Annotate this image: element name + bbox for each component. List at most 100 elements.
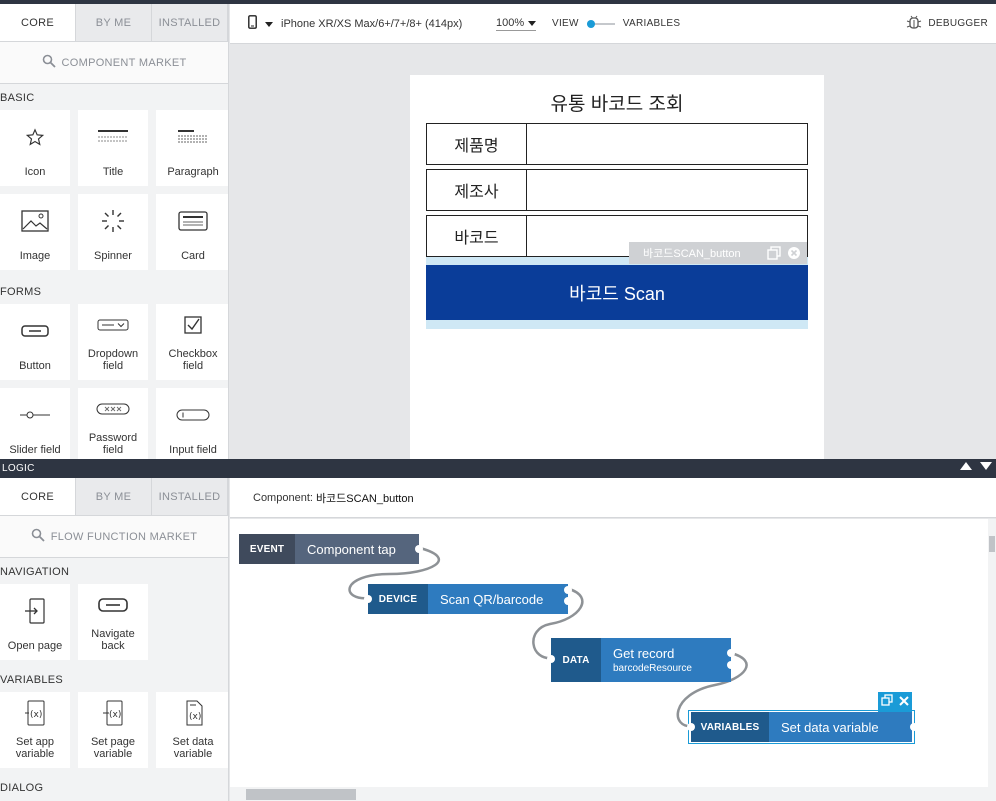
component-slider-field[interactable]: Slider field (0, 388, 70, 459)
zoom-selector[interactable]: 100% (496, 17, 537, 31)
search-icon (42, 54, 56, 71)
field-label-barcode: 바코드 (427, 216, 527, 256)
flow-node-device[interactable]: DEVICE Scan QR/barcode (368, 584, 568, 614)
section-navigation: NAVIGATION (0, 566, 70, 578)
checkbox-icon (184, 315, 202, 337)
logic-tab-core[interactable]: CORE (0, 478, 76, 515)
vertical-scrollbar[interactable] (988, 519, 996, 787)
data-output-port-error[interactable] (727, 661, 735, 669)
component-checkbox-field[interactable]: Checkbox field (156, 304, 228, 380)
node-actions (878, 692, 912, 712)
device-input-port[interactable] (364, 595, 372, 603)
section-forms: FORMS (0, 286, 42, 298)
component-input-field[interactable]: Input field (156, 388, 228, 459)
section-dialog: DIALOG (0, 782, 44, 794)
collapse-down-icon[interactable] (980, 462, 992, 473)
device-label: iPhone XR/XS Max/6+/7+/8+ (414px) (281, 17, 463, 30)
view-toggle[interactable] (586, 19, 615, 28)
field-label-maker: 제조사 (427, 170, 527, 210)
debugger-label: DEBUGGER (928, 18, 988, 29)
flow-node-event[interactable]: EVENT Component tap (239, 534, 419, 564)
delete-icon[interactable] (899, 693, 909, 711)
device-selector[interactable]: iPhone XR/XS Max/6+/7+/8+ (414px) (248, 15, 462, 32)
view-label: VIEW (552, 18, 579, 29)
canvas-toolbar: iPhone XR/XS Max/6+/7+/8+ (414px) 100% V… (230, 4, 996, 44)
navigate-back-icon (98, 597, 128, 615)
tile-label: Paragraph (167, 166, 219, 178)
component-title[interactable]: Title (78, 110, 148, 186)
node-name-group: Get record barcodeResource (601, 638, 731, 682)
variables-label: VARIABLES (622, 18, 681, 29)
close-icon[interactable] (787, 246, 801, 263)
logic-flow-canvas: EVENT Component tap DEVICE Scan QR/barco… (230, 519, 988, 787)
tab-core[interactable]: CORE (0, 4, 76, 41)
design-canvas: 유통 바코드 조회 제품명 제조사 바코드 바코드 Scan 바코드SCAN_b… (230, 44, 996, 459)
field-row-product: 제품명 (426, 123, 808, 165)
tile-label: Image (19, 250, 51, 262)
logic-tab-by-me[interactable]: BY ME (76, 478, 152, 515)
data-input-port[interactable] (547, 655, 555, 663)
component-icon[interactable]: Icon (0, 110, 70, 186)
flow-function-market-button[interactable]: FLOW FUNCTION MARKET (0, 516, 228, 558)
set-app-variable-icon: (x) (24, 700, 46, 729)
bug-icon (906, 15, 922, 32)
tab-by-me[interactable]: BY ME (76, 4, 152, 41)
node-name: Scan QR/barcode (428, 584, 568, 614)
function-navigate-back[interactable]: Navigate back (78, 584, 148, 660)
component-market-button[interactable]: COMPONENT MARKET (0, 42, 228, 84)
function-set-page-variable[interactable]: (x) Set page variable (78, 692, 148, 768)
component-spinner[interactable]: Spinner (78, 194, 148, 270)
component-dropdown-field[interactable]: Dropdown field (78, 304, 148, 380)
flow-market-label: FLOW FUNCTION MARKET (50, 530, 198, 543)
tile-label: Set app variable (15, 736, 55, 760)
barcode-scan-button[interactable]: 바코드 Scan (426, 265, 808, 320)
component-image[interactable]: Image (0, 194, 70, 270)
component-paragraph[interactable]: Paragraph (156, 110, 228, 186)
phone-preview: 유통 바코드 조회 제품명 제조사 바코드 바코드 Scan 바코드SCAN_b… (410, 75, 824, 459)
function-open-page[interactable]: Open page (0, 584, 70, 660)
component-panel: CORE BY ME INSTALLED COMPONENT MARKET BA… (0, 4, 229, 459)
tab-installed[interactable]: INSTALLED (152, 4, 228, 41)
function-set-data-variable[interactable]: (x) Set data variable (156, 692, 228, 768)
open-page-icon (24, 597, 46, 627)
section-basic: BASIC (0, 92, 35, 104)
flow-node-data[interactable]: DATA Get record barcodeResource (551, 638, 731, 682)
logic-tab-installed[interactable]: INSTALLED (152, 478, 228, 515)
data-output-port-success[interactable] (727, 649, 735, 657)
component-prefix: Component: (253, 491, 313, 504)
svg-text:(x): (x) (109, 710, 121, 720)
copy-icon[interactable] (767, 246, 781, 263)
device-output-port-success[interactable] (564, 586, 572, 594)
tile-label: Slider field (9, 444, 61, 456)
phone-icon (248, 15, 257, 32)
device-output-port-error[interactable] (564, 597, 572, 605)
tile-label: Checkbox field (168, 348, 218, 372)
image-icon (21, 209, 49, 235)
horizontal-scrollbar[interactable] (230, 787, 996, 801)
caret-down-icon (528, 17, 537, 29)
selected-component-name: 바코드SCAN_button (643, 248, 741, 260)
field-value-maker[interactable] (527, 170, 807, 210)
debugger-button[interactable]: DEBUGGER (906, 15, 988, 32)
expand-up-icon[interactable] (960, 462, 972, 473)
event-output-port[interactable] (415, 545, 423, 553)
component-password-field[interactable]: Password field (78, 388, 148, 459)
variables-input-port[interactable] (687, 723, 695, 731)
selected-component-tag: 바코드SCAN_button (629, 242, 807, 264)
page-title[interactable]: 유통 바코드 조회 (410, 89, 824, 116)
node-type: EVENT (239, 534, 295, 564)
tile-label: Dropdown field (87, 348, 139, 372)
password-icon (96, 403, 130, 418)
view-variables-switch: VIEW VARIABLES (552, 18, 680, 29)
variables-grid: (x) Set app variable (x) Set page variab… (0, 692, 228, 768)
flow-function-panel: CORE BY ME INSTALLED FLOW FUNCTION MARKE… (0, 478, 229, 801)
node-name: Get record (613, 646, 675, 661)
search-icon (31, 528, 45, 545)
component-card[interactable]: Card (156, 194, 228, 270)
function-set-app-variable[interactable]: (x) Set app variable (0, 692, 70, 768)
component-button[interactable]: Button (0, 304, 70, 380)
variables-output-port[interactable] (910, 723, 918, 731)
caret-down-icon (265, 18, 273, 30)
copy-icon[interactable] (881, 693, 893, 711)
field-value-product[interactable] (527, 124, 807, 164)
